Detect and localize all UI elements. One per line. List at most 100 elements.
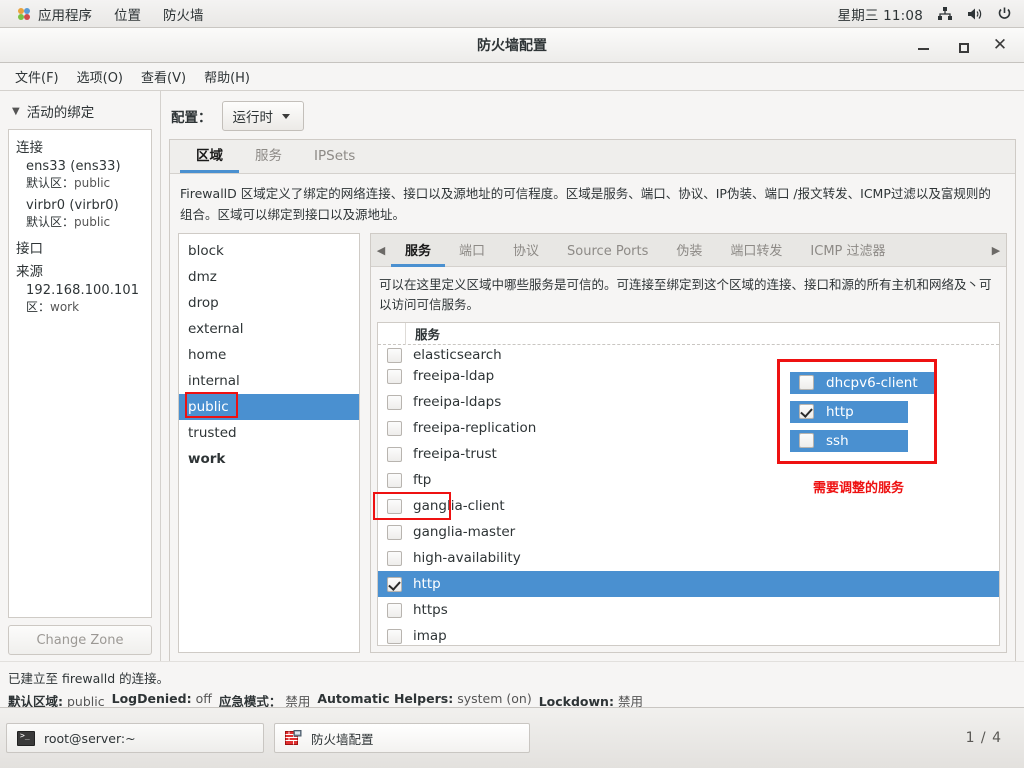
service-checkbox-imap[interactable]	[387, 628, 402, 644]
zone-item-block[interactable]: block	[179, 238, 359, 264]
service-checkbox-http[interactable]	[387, 576, 402, 592]
binding-virbr0[interactable]: virbr0 (virbr0) 默认区：public	[26, 198, 145, 230]
subtab-ports[interactable]: 端口	[445, 234, 499, 267]
zone-list[interactable]: block dmz drop external home internal pu…	[178, 233, 360, 653]
taskbar-item-terminal[interactable]: root@server:~	[6, 723, 264, 753]
minimize-button[interactable]	[916, 37, 932, 53]
firewall-icon	[285, 730, 302, 746]
gnome-panel-tray: 星期三 11:08	[838, 4, 1024, 24]
binding-ens33-name: ens33 (ens33)	[26, 159, 121, 174]
window-controls: ✕	[916, 37, 1024, 54]
active-bindings-title: 活动的绑定	[26, 105, 95, 121]
tab-zones[interactable]: 区域	[180, 137, 239, 173]
service-checkbox-freeipa-trust[interactable]	[387, 446, 402, 462]
bindings-list[interactable]: 连接 ens33 (ens33) 默认区：public virbr0 (virb…	[8, 129, 152, 618]
menu-options[interactable]: 选项(O)	[68, 63, 132, 90]
change-zone-button[interactable]: Change Zone	[8, 625, 152, 655]
binding-virbr0-name: virbr0 (virbr0)	[26, 198, 119, 213]
binding-ens33-zone-label: 默认区：	[26, 176, 75, 190]
subtab-masquerade[interactable]: 伪装	[662, 234, 716, 267]
menu-view[interactable]: 查看(V)	[132, 63, 195, 90]
taskbar-item-firewall[interactable]: 防火墙配置	[274, 723, 530, 753]
service-checkbox-freeipa-ldap[interactable]	[387, 368, 402, 384]
statusbar: 已建立至 firewalld 的连接。 默认区域: public LogDeni…	[0, 661, 1024, 709]
service-checkbox-freeipa-ldaps[interactable]	[387, 394, 402, 410]
table-row[interactable]: ftp	[378, 467, 999, 493]
zones-content: block dmz drop external home internal pu…	[170, 233, 1015, 661]
table-row[interactable]: high-availability	[378, 545, 999, 571]
zone-item-internal[interactable]: internal	[179, 368, 359, 394]
status-automatic-helpers-key: Automatic Helpers:	[317, 691, 454, 706]
zone-item-public[interactable]: public	[179, 394, 359, 421]
menu-applications[interactable]: 应用程序	[6, 1, 103, 27]
tab-ipsets[interactable]: IPSets	[298, 141, 371, 173]
service-checkbox-https[interactable]	[387, 602, 402, 618]
annotation-label-dhcpv6-client: dhcpv6-client	[826, 374, 918, 391]
annotation-callout-services: dhcpv6-client http ssh	[777, 359, 937, 465]
annotation-item-ssh: ssh	[790, 429, 908, 452]
menu-help[interactable]: 帮助(H)	[195, 63, 259, 90]
services-description: 可以在这里定义区域中哪些服务是可信的。可连接至绑定到这个区域的连接、接口和源的所…	[379, 277, 992, 313]
table-row[interactable]: https	[378, 597, 999, 623]
active-bindings-header[interactable]: ▼ 活动的绑定	[8, 99, 152, 129]
tab-services[interactable]: 服务	[239, 137, 298, 173]
zone-item-drop[interactable]: drop	[179, 290, 359, 316]
annotation-item-http: http	[790, 400, 908, 423]
menu-places[interactable]: 位置	[103, 1, 152, 27]
taskbar-item-firewall-label: 防火墙配置	[311, 731, 374, 747]
configuration-label: 配置：	[171, 110, 212, 126]
binding-source-ip-name: 192.168.100.101	[26, 283, 140, 298]
zone-settings-tabbar: ◀ 服务 端口 协议 Source Ports 伪装 端口转发 ICMP 过滤器	[371, 234, 1006, 268]
service-label-ftp: ftp	[413, 472, 432, 489]
subtab-services[interactable]: 服务	[391, 234, 446, 267]
service-checkbox-ganglia-master[interactable]	[387, 524, 402, 540]
service-checkbox-ganglia-client[interactable]	[387, 498, 402, 514]
bindings-group-interfaces-label: 接口	[16, 241, 43, 257]
service-label-ganglia-client: ganglia-client	[413, 498, 505, 515]
zone-item-work[interactable]: work	[179, 446, 359, 472]
binding-source-ip-zone: 区：work	[26, 298, 145, 315]
zone-item-home[interactable]: home	[179, 342, 359, 368]
table-row[interactable]: imap	[378, 623, 999, 645]
table-row[interactable]: ganglia-master	[378, 519, 999, 545]
maximize-button[interactable]	[954, 37, 970, 53]
subtab-protocols[interactable]: 协议	[499, 234, 553, 267]
service-checkbox-high-availability[interactable]	[387, 550, 402, 566]
subtab-port-forwarding[interactable]: 端口转发	[716, 234, 796, 267]
close-button[interactable]: ✕	[992, 37, 1008, 54]
menu-firewall[interactable]: 防火墙	[152, 1, 215, 27]
chevron-down-icon: ▼	[12, 105, 20, 117]
subtab-source-ports[interactable]: Source Ports	[553, 237, 662, 267]
configuration-select[interactable]: 运行时	[221, 101, 304, 131]
configuration-row: 配置： 运行时	[169, 99, 1016, 139]
binding-ens33[interactable]: ens33 (ens33) 默认区：public	[26, 159, 145, 191]
zone-item-trusted[interactable]: trusted	[179, 420, 359, 446]
network-icon[interactable]	[937, 6, 953, 21]
volume-icon[interactable]	[967, 7, 983, 21]
subtab-scroll-right-button[interactable]: ▶	[986, 244, 1006, 257]
menu-applications-label: 应用程序	[38, 7, 92, 24]
gnome-top-panel: 应用程序 位置 防火墙 星期三 11:08	[0, 0, 1024, 28]
binding-source-ip[interactable]: 192.168.100.101 区：work	[26, 283, 145, 315]
clock[interactable]: 星期三 11:08	[838, 4, 924, 24]
terminal-icon	[17, 730, 35, 746]
service-label-ganglia-master: ganglia-master	[413, 524, 516, 541]
table-row[interactable]: http	[378, 571, 999, 598]
subtab-scroll-left-button[interactable]: ◀	[371, 244, 391, 257]
zone-item-external[interactable]: external	[179, 316, 359, 342]
service-label-imap: imap	[413, 628, 447, 645]
bindings-group-connections-label: 连接	[16, 140, 43, 156]
workspace-pager[interactable]: 1 / 4	[966, 730, 1018, 746]
service-checkbox-elasticsearch[interactable]	[387, 348, 402, 364]
service-checkbox-ftp[interactable]	[387, 472, 402, 488]
subtab-icmp-filter[interactable]: ICMP 过滤器	[796, 234, 899, 267]
window-title: 防火墙配置	[477, 38, 547, 54]
service-checkbox-freeipa-replication[interactable]	[387, 420, 402, 436]
zone-item-dmz[interactable]: dmz	[179, 264, 359, 290]
top-tabbar: 区域 服务 IPSets	[170, 140, 1015, 174]
power-icon[interactable]	[997, 6, 1012, 21]
menu-places-label: 位置	[114, 7, 141, 24]
statusbar-connection-message: 已建立至 firewalld 的连接。	[8, 671, 170, 686]
table-row[interactable]: ganglia-client	[378, 493, 999, 519]
menu-file[interactable]: 文件(F)	[6, 63, 68, 90]
